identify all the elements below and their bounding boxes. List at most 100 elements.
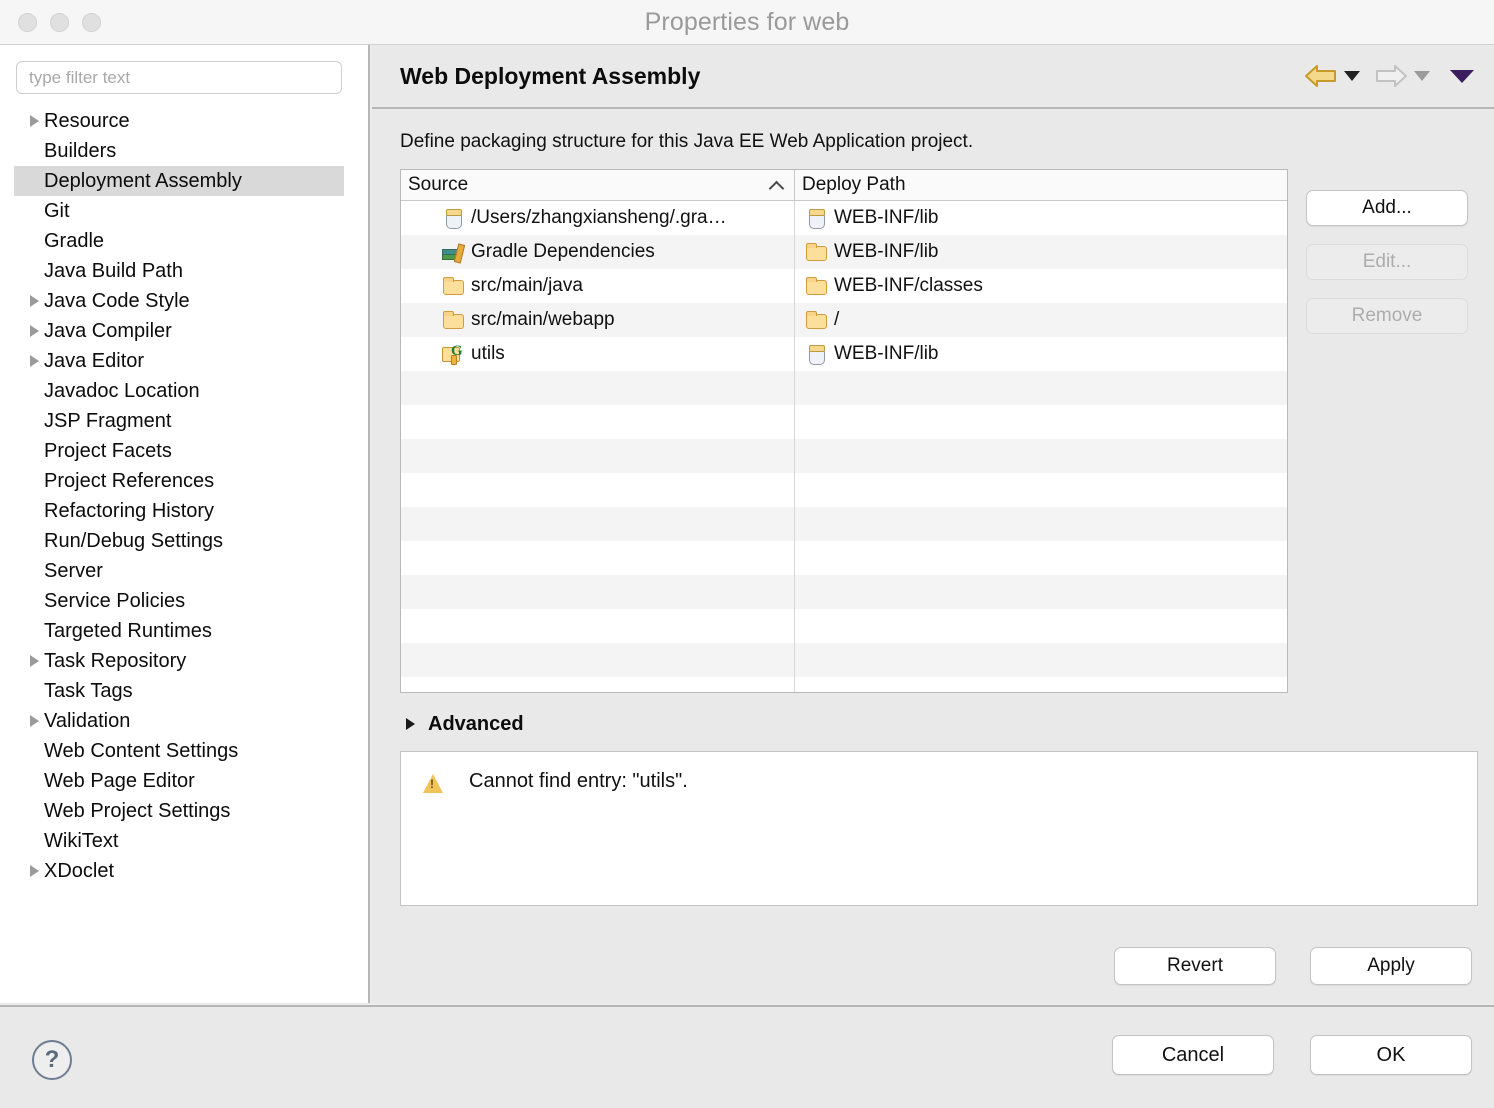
sidebar-item-service-policies[interactable]: Service Policies	[14, 586, 344, 616]
cell-source: src/main/java	[401, 269, 795, 303]
sidebar-item-label: Javadoc Location	[44, 380, 200, 403]
back-menu-chevron-down-icon[interactable]	[1344, 71, 1360, 81]
sidebar-item-label: Targeted Runtimes	[44, 620, 212, 643]
triangle-right-icon[interactable]	[30, 325, 39, 337]
cancel-button[interactable]: Cancel	[1112, 1035, 1274, 1075]
jar-icon	[442, 207, 464, 229]
sidebar-item-git[interactable]: Git	[14, 196, 344, 226]
cell-source: Gutils	[401, 337, 795, 371]
assembly-table[interactable]: Source Deploy Path /Users/zhangxiansheng…	[400, 169, 1288, 693]
sidebar-item-label: Project References	[44, 470, 214, 493]
cell-source	[401, 575, 795, 609]
forward-group	[1374, 63, 1430, 89]
sidebar-item-run-debug-settings[interactable]: Run/Debug Settings	[14, 526, 344, 556]
warning-icon	[421, 772, 445, 796]
sidebar-item-label: Java Editor	[44, 350, 144, 373]
sidebar-item-project-references[interactable]: Project References	[14, 466, 344, 496]
sidebar-item-targeted-runtimes[interactable]: Targeted Runtimes	[14, 616, 344, 646]
cell-source	[401, 643, 795, 677]
back-arrow-icon[interactable]	[1304, 63, 1338, 89]
sidebar-item-label: XDoclet	[44, 860, 114, 883]
sidebar-item-task-repository[interactable]: Task Repository	[14, 646, 344, 676]
sidebar-item-label: Java Build Path	[44, 260, 183, 283]
sidebar-item-deployment-assembly[interactable]: Deployment Assembly	[14, 166, 344, 196]
table-row[interactable]: src/main/java WEB-INF/classes	[401, 269, 1287, 303]
triangle-right-icon[interactable]	[30, 355, 39, 367]
sidebar-item-label: Git	[44, 200, 70, 223]
triangle-right-icon[interactable]	[30, 655, 39, 667]
sidebar-item-project-facets[interactable]: Project Facets	[14, 436, 344, 466]
column-header-deploy-path-label: Deploy Path	[802, 174, 906, 196]
sidebar-item-refactoring-history[interactable]: Refactoring History	[14, 496, 344, 526]
column-header-source[interactable]: Source	[401, 170, 795, 200]
ok-button[interactable]: OK	[1310, 1035, 1472, 1075]
cell-source	[401, 507, 795, 541]
table-row[interactable]: src/main/webapp/	[401, 303, 1287, 337]
sidebar-item-javadoc-location[interactable]: Javadoc Location	[14, 376, 344, 406]
cell-deploy-path-label: WEB-INF/lib	[834, 241, 939, 263]
sidebar-item-java-build-path[interactable]: Java Build Path	[14, 256, 344, 286]
table-row[interactable]: Gradle DependenciesWEB-INF/lib	[401, 235, 1287, 269]
traffic-lights	[18, 13, 101, 32]
assembly-area: Source Deploy Path /Users/zhangxiansheng…	[400, 169, 1468, 693]
close-button[interactable]	[18, 13, 37, 32]
table-row-empty	[401, 541, 1287, 575]
triangle-right-icon[interactable]	[30, 715, 39, 727]
sidebar-item-validation[interactable]: Validation	[14, 706, 344, 736]
view-menu-triangle-down-icon[interactable]	[1450, 70, 1474, 83]
message-text: Cannot find entry: "utils".	[469, 770, 688, 793]
sidebar-item-label: Deployment Assembly	[44, 170, 242, 193]
sidebar-item-task-tags[interactable]: Task Tags	[14, 676, 344, 706]
sidebar-item-resource[interactable]: Resource	[14, 106, 344, 136]
sidebar-item-java-editor[interactable]: Java Editor	[14, 346, 344, 376]
help-question-icon[interactable]: ?	[32, 1040, 72, 1080]
page-header: Web Deployment Assembly	[372, 45, 1494, 109]
advanced-section-toggle[interactable]: Advanced	[400, 709, 1468, 739]
apply-button[interactable]: Apply	[1310, 947, 1472, 985]
table-action-buttons: Add...Edit...Remove	[1306, 169, 1468, 693]
cell-deploy-path: WEB-INF/lib	[795, 235, 1287, 269]
sidebar-item-server[interactable]: Server	[14, 556, 344, 586]
column-header-source-label: Source	[408, 174, 468, 196]
cell-deploy-path: WEB-INF/classes	[795, 269, 1287, 303]
cell-source	[401, 371, 795, 405]
sidebar-item-label: Service Policies	[44, 590, 185, 613]
sidebar-item-builders[interactable]: Builders	[14, 136, 344, 166]
sidebar-item-web-content-settings[interactable]: Web Content Settings	[14, 736, 344, 766]
cell-source	[401, 405, 795, 439]
zoom-button[interactable]	[82, 13, 101, 32]
sidebar-item-web-page-editor[interactable]: Web Page Editor	[14, 766, 344, 796]
filter-wrapper	[0, 45, 368, 94]
triangle-right-icon[interactable]	[30, 295, 39, 307]
cell-deploy-path-label: WEB-INF/classes	[834, 275, 983, 297]
table-row[interactable]: /Users/zhangxiansheng/.gra…WEB-INF/lib	[401, 201, 1287, 235]
sidebar-item-label: WikiText	[44, 830, 118, 853]
revert-button[interactable]: Revert	[1114, 947, 1276, 985]
column-header-deploy-path[interactable]: Deploy Path	[795, 170, 1287, 200]
cell-deploy-path	[795, 643, 1287, 677]
cell-deploy-path	[795, 405, 1287, 439]
window-title: Properties for web	[0, 8, 1494, 37]
sidebar-item-web-project-settings[interactable]: Web Project Settings	[14, 796, 344, 826]
sidebar-item-java-compiler[interactable]: Java Compiler	[14, 316, 344, 346]
cell-deploy-path-label: /	[834, 309, 839, 331]
sidebar-item-wikitext[interactable]: WikiText	[14, 826, 344, 856]
footer-buttons: Cancel OK	[1112, 1035, 1472, 1075]
triangle-right-icon[interactable]	[30, 115, 39, 127]
cell-deploy-path-label: WEB-INF/lib	[834, 207, 939, 229]
sidebar-item-label: Validation	[44, 710, 130, 733]
filter-input[interactable]	[16, 61, 342, 94]
cell-source	[401, 541, 795, 575]
minimize-button[interactable]	[50, 13, 69, 32]
sidebar-item-label: Run/Debug Settings	[44, 530, 223, 553]
page-description: Define packaging structure for this Java…	[400, 131, 1468, 153]
table-row-empty	[401, 643, 1287, 677]
triangle-right-icon[interactable]	[30, 865, 39, 877]
forward-arrow-icon	[1374, 63, 1408, 89]
sidebar-item-xdoclet[interactable]: XDoclet	[14, 856, 344, 886]
sidebar-item-jsp-fragment[interactable]: JSP Fragment	[14, 406, 344, 436]
table-row[interactable]: GutilsWEB-INF/lib	[401, 337, 1287, 371]
sidebar-item-gradle[interactable]: Gradle	[14, 226, 344, 256]
add-button[interactable]: Add...	[1306, 190, 1468, 226]
sidebar-item-java-code-style[interactable]: Java Code Style	[14, 286, 344, 316]
